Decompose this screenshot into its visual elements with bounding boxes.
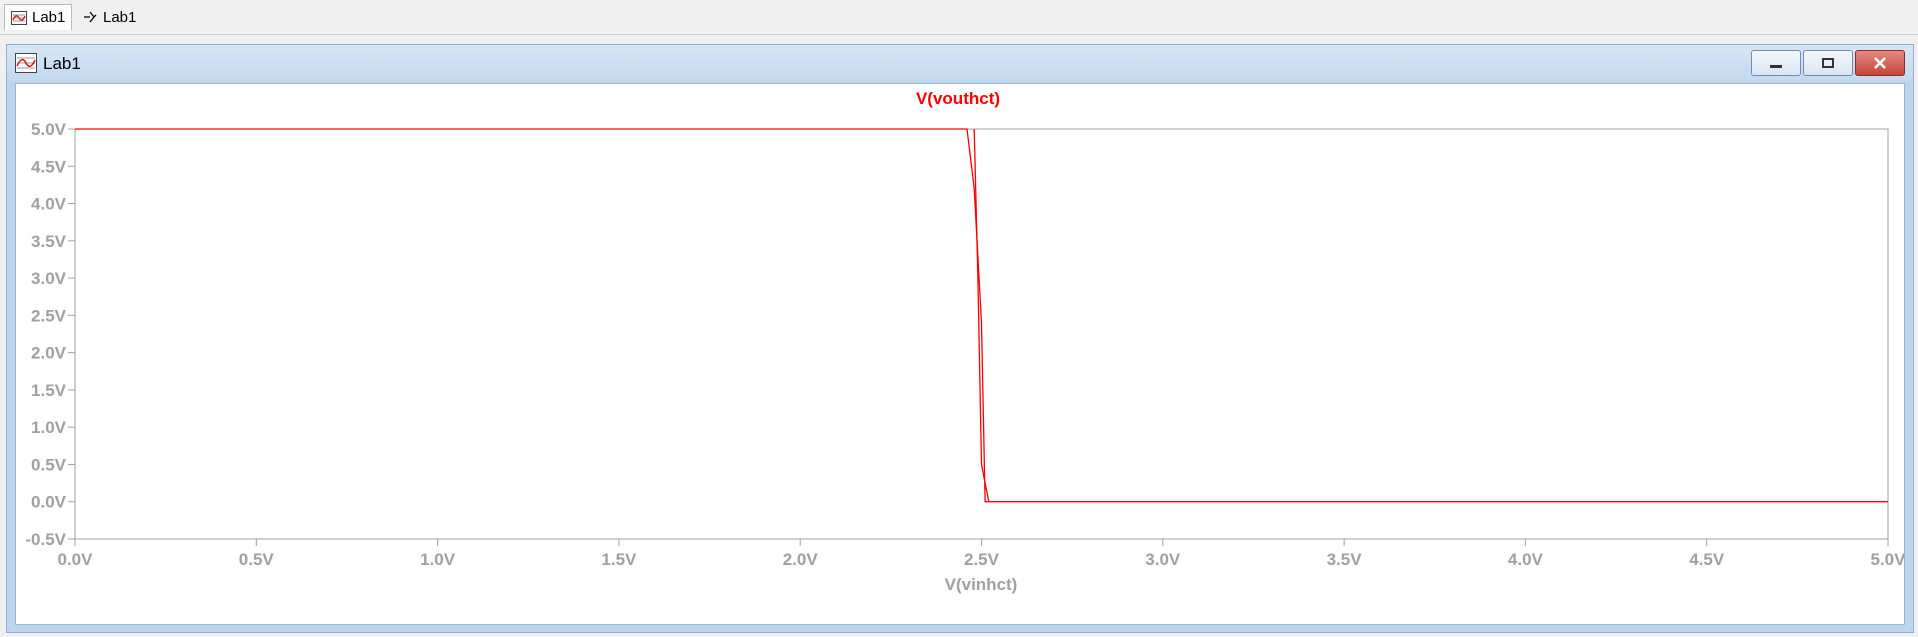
plot-area[interactable]: V(vouthct) 5.0V 4.5V 4.0V 3.5V 3.0V 2.5V 2.0V 1… [15,83,1906,625]
y-tick-label: 1.0V [31,418,67,437]
minimize-button[interactable] [1751,50,1801,76]
schematic-icon [84,11,97,23]
y-tick-label: 3.0V [31,269,67,288]
x-tick-label: 3.5V [1327,550,1363,569]
close-icon [1874,57,1886,69]
x-tick-label: 4.0V [1508,550,1544,569]
tab-schematic[interactable]: Lab1 [76,4,142,30]
x-tick-label: 3.0V [1145,550,1181,569]
y-tick-label: 1.5V [31,381,67,400]
maximize-button[interactable] [1803,50,1853,76]
y-tick-label: 5.0V [31,120,67,139]
minimize-icon [1770,65,1782,68]
tab-label: Lab1 [32,9,66,26]
chart-title: V(vouthct) [916,89,1000,108]
x-tick-label: 5.0V [1871,550,1904,569]
x-tick-label: 1.5V [601,550,637,569]
x-tick-label: 1.0V [420,550,456,569]
close-button[interactable] [1855,50,1905,76]
x-tick-label: 0.5V [239,550,275,569]
x-tick-label: 0.0V [58,550,94,569]
window-title: Lab1 [43,54,81,73]
y-tick-label: 0.0V [31,493,67,512]
x-tick-label: 4.5V [1689,550,1725,569]
document-tab-bar: Lab1 Lab1 [0,0,1918,35]
y-axis: 5.0V 4.5V 4.0V 3.5V 3.0V 2.5V 2.0V 1.5V 1.0V 0.5V… [25,120,75,549]
tab-waveform[interactable]: Lab1 [4,4,73,30]
x-axis: 0.0V 0.5V 1.0V 1.5V 2.0V 2.5V 3.0V 3.5V 4.0V 4.5V… [58,539,1906,569]
y-tick-label: 2.5V [31,306,67,325]
waveform-chart[interactable]: V(vouthct) 5.0V 4.5V 4.0V 3.5V 3.0V 2.5V 2.0V 1… [16,84,1906,624]
y-tick-label: 0.5V [31,455,67,474]
tab-label: Lab1 [103,8,137,26]
y-tick-label: 4.5V [31,157,67,176]
x-tick-label: 2.0V [783,550,819,569]
y-tick-label: 3.5V [31,232,67,251]
y-tick-label: 2.0V [31,344,67,363]
restore-icon [1822,58,1834,68]
y-tick-label: 4.0V [31,195,67,214]
y-tick-label: -0.5V [25,530,66,549]
traces [75,128,1888,503]
waveform-icon [11,10,27,25]
window-titlebar[interactable]: Lab1 [7,45,1913,81]
plot-window: Lab1 V(vouthct) 5.0V 4.5V 4.0V 3.5V 3.0V 2.5V… [6,44,1914,633]
waveform-icon [15,53,37,73]
x-axis-label: V(vinhct) [945,575,1018,594]
x-tick-label: 2.5V [964,550,1000,569]
